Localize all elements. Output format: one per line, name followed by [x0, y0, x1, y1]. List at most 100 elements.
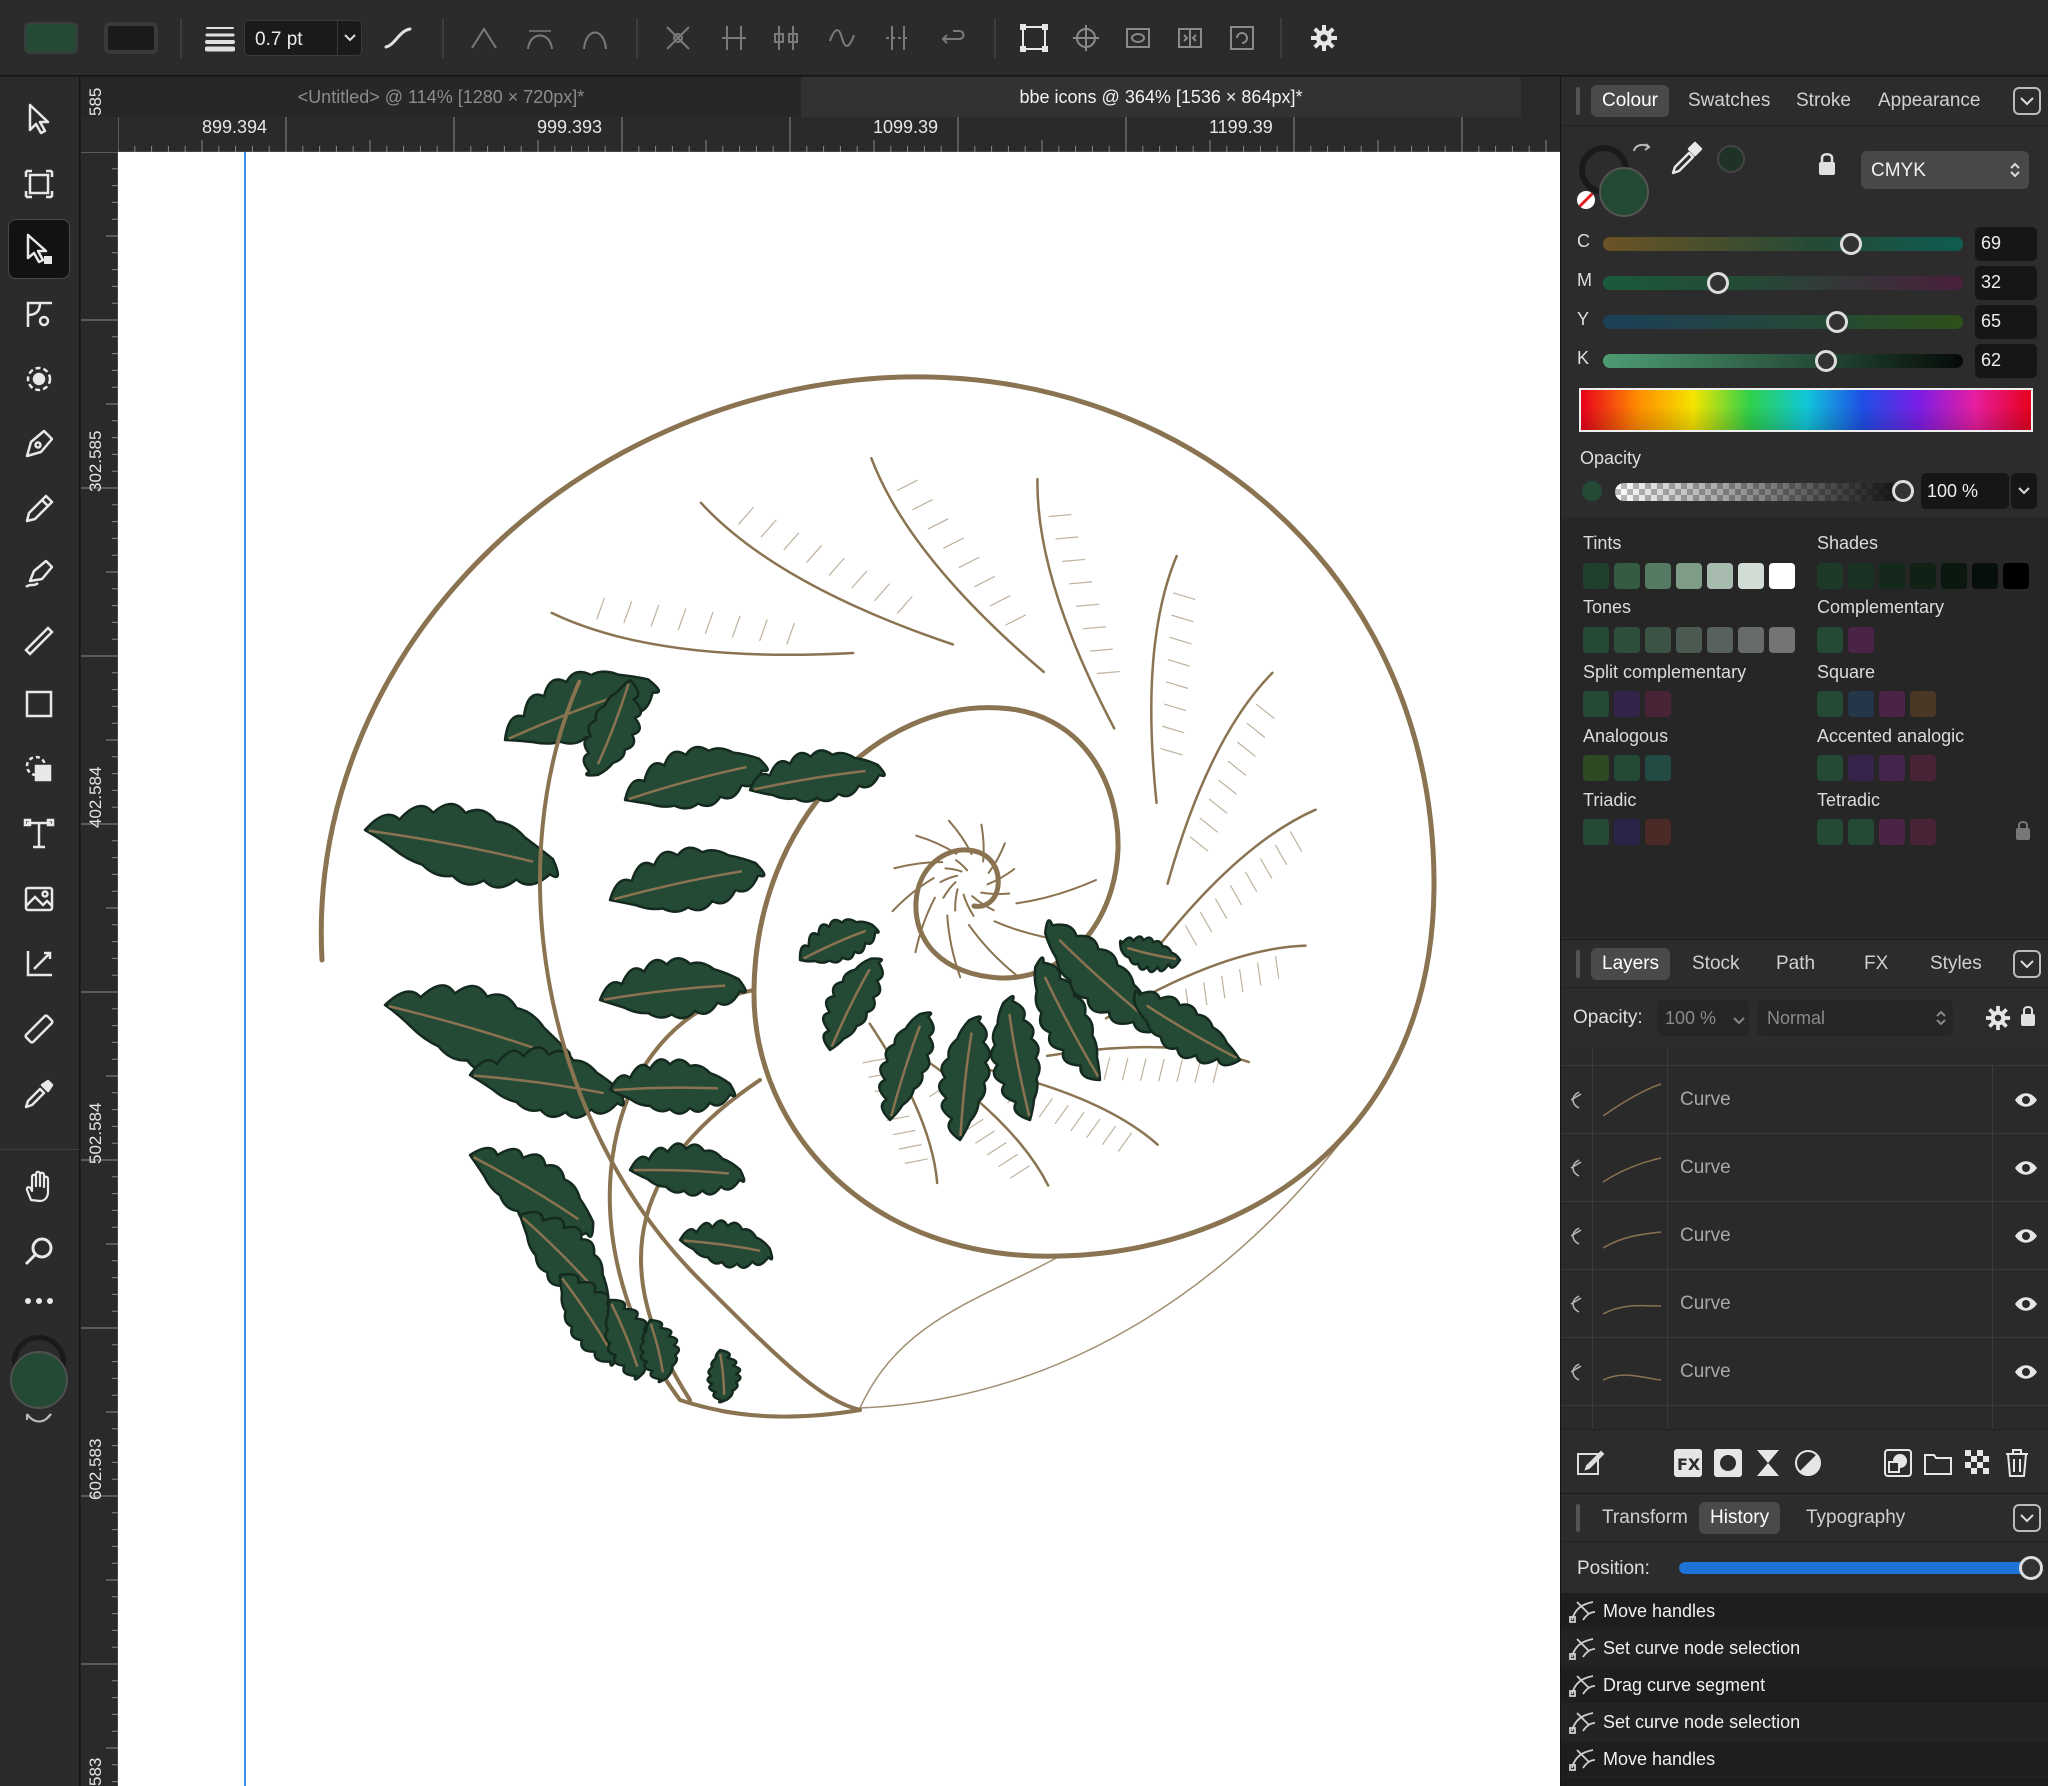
transform-box-icon[interactable] — [1014, 18, 1054, 58]
visibility-eye-icon[interactable] — [2013, 1156, 2039, 1180]
tab-layers[interactable]: Layers — [1591, 948, 1671, 980]
colour-chip[interactable] — [1583, 819, 1609, 845]
stroke-lines-icon[interactable] — [200, 18, 240, 58]
doc-tab-untitled[interactable]: <Untitled> @ 114% [1280 × 720px]* — [81, 77, 801, 117]
colour-chip[interactable] — [1910, 755, 1936, 781]
colour-chip[interactable] — [1910, 563, 1936, 589]
point-transform-icon[interactable] — [8, 349, 70, 409]
colour-chip[interactable] — [1614, 819, 1640, 845]
visibility-eye-icon[interactable] — [2013, 1088, 2039, 1112]
layer-row[interactable]: Curve — [1561, 1134, 2048, 1202]
slider-track[interactable] — [1603, 276, 1963, 290]
slider-thumb[interactable] — [1826, 311, 1848, 333]
slider-track[interactable] — [1603, 354, 1963, 368]
colour-chip[interactable] — [1848, 819, 1874, 845]
lock-icon[interactable] — [2014, 819, 2032, 846]
tab-swatches[interactable]: Swatches — [1677, 85, 1781, 117]
mask-icon[interactable] — [1713, 1448, 1743, 1483]
align-nodes-icon[interactable] — [766, 18, 806, 58]
colour-chip[interactable] — [1676, 563, 1702, 589]
colour-chip[interactable] — [1817, 627, 1843, 653]
slider-thumb[interactable] — [1840, 233, 1863, 255]
rectangle-tool-icon[interactable] — [8, 674, 70, 734]
tab-styles[interactable]: Styles — [1919, 948, 1993, 980]
colour-chip[interactable] — [1879, 819, 1905, 845]
layer-row[interactable]: Curve — [1561, 1066, 2048, 1134]
history-item[interactable]: Move handles — [1561, 1593, 2048, 1630]
history-item[interactable]: Set curve node selection — [1561, 1630, 2048, 1667]
colour-chip[interactable] — [1879, 691, 1905, 717]
delete-trash-icon[interactable] — [2003, 1448, 2031, 1483]
tab-typography[interactable]: Typography — [1795, 1502, 1916, 1534]
tab-colour[interactable]: Colour — [1591, 85, 1669, 117]
colour-chip[interactable] — [1817, 691, 1843, 717]
panel-menu-chevron-icon[interactable] — [2013, 950, 2041, 978]
colour-model-select[interactable]: CMYK — [1861, 151, 2029, 189]
more-tools-icon[interactable] — [8, 1281, 70, 1321]
no-colour-icon[interactable] — [1577, 191, 1595, 209]
snap-icon[interactable] — [1118, 18, 1158, 58]
layer-settings-gear-icon[interactable] — [1985, 1005, 2011, 1036]
vertical-ruler[interactable] — [81, 152, 118, 1786]
slider-thumb[interactable] — [1815, 350, 1838, 372]
fill-swatch-button[interactable] — [24, 22, 78, 54]
vector-brush-icon[interactable] — [8, 544, 70, 604]
lock-icon[interactable] — [1817, 151, 1837, 182]
swap-colours-icon[interactable] — [1631, 141, 1653, 168]
colour-chip[interactable] — [1910, 819, 1936, 845]
tab-transform[interactable]: Transform — [1591, 1502, 1699, 1534]
reverse-icon[interactable] — [934, 18, 974, 58]
eyedropper-icon[interactable] — [1667, 139, 1707, 184]
colour-chip[interactable] — [1817, 563, 1843, 589]
visibility-eye-icon[interactable] — [2013, 1360, 2039, 1384]
vector-crop-icon[interactable] — [8, 739, 70, 799]
cyan-slider[interactable]: C 69 — [1577, 227, 2037, 261]
measure-tool-icon[interactable] — [8, 999, 70, 1059]
colour-chip[interactable] — [1848, 563, 1874, 589]
visibility-eye-icon[interactable] — [2013, 1224, 2039, 1248]
colour-chip[interactable] — [1941, 563, 1967, 589]
live-filter-icon[interactable] — [1793, 1448, 1823, 1483]
colour-chip[interactable] — [1879, 563, 1905, 589]
tab-path[interactable]: Path — [1765, 948, 1826, 980]
colour-chip[interactable] — [1645, 819, 1671, 845]
sharp-node-icon[interactable] — [464, 18, 504, 58]
history-item[interactable]: Set curve node selection — [1561, 1704, 2048, 1741]
colour-chip[interactable] — [1583, 691, 1609, 717]
pressure-icon[interactable] — [378, 18, 418, 58]
smart-node-icon[interactable] — [575, 18, 615, 58]
settings-gear-icon[interactable] — [1304, 18, 1344, 58]
colour-chip[interactable] — [1614, 563, 1640, 589]
chevron-down-icon[interactable] — [2011, 473, 2037, 509]
colour-chip[interactable] — [2003, 563, 2029, 589]
crosshair-icon[interactable] — [1066, 18, 1106, 58]
add-group-folder-icon[interactable] — [1923, 1448, 1953, 1483]
spectrum-bar[interactable] — [1579, 388, 2033, 432]
zoom-tool-icon[interactable] — [8, 1222, 70, 1282]
slider-track[interactable] — [1603, 237, 1963, 251]
colour-chip[interactable] — [1676, 627, 1702, 653]
stroke-width-field[interactable]: 0.7 pt — [244, 20, 362, 56]
colour-chip[interactable] — [1879, 755, 1905, 781]
rasterise-checker-icon[interactable] — [1963, 1448, 1993, 1483]
colour-chip[interactable] — [1707, 563, 1733, 589]
pen-tool-icon[interactable] — [8, 414, 70, 474]
distribute-icon[interactable] — [1170, 18, 1210, 58]
layer-row[interactable]: Curve — [1561, 1270, 2048, 1338]
node-tool-icon[interactable] — [8, 219, 70, 279]
pencil-tool-icon[interactable] — [8, 479, 70, 539]
black-slider[interactable]: K 62 — [1577, 344, 2037, 378]
position-slider-thumb[interactable] — [2019, 1556, 2043, 1580]
colour-chip[interactable] — [1614, 627, 1640, 653]
adjustment-icon[interactable] — [1753, 1448, 1783, 1483]
panel-grip[interactable] — [1576, 950, 1580, 978]
layer-opacity-field[interactable]: 100 % — [1657, 1000, 1749, 1036]
colour-chip[interactable] — [1738, 627, 1764, 653]
colour-chip[interactable] — [1738, 563, 1764, 589]
yellow-slider[interactable]: Y 65 — [1577, 305, 2037, 339]
fill-colour-well[interactable] — [1599, 167, 1649, 217]
transform-tool-icon[interactable] — [8, 934, 70, 994]
colour-chip[interactable] — [1645, 627, 1671, 653]
artwork[interactable] — [118, 152, 1560, 1786]
history-item[interactable]: Move handles — [1561, 1741, 2048, 1778]
